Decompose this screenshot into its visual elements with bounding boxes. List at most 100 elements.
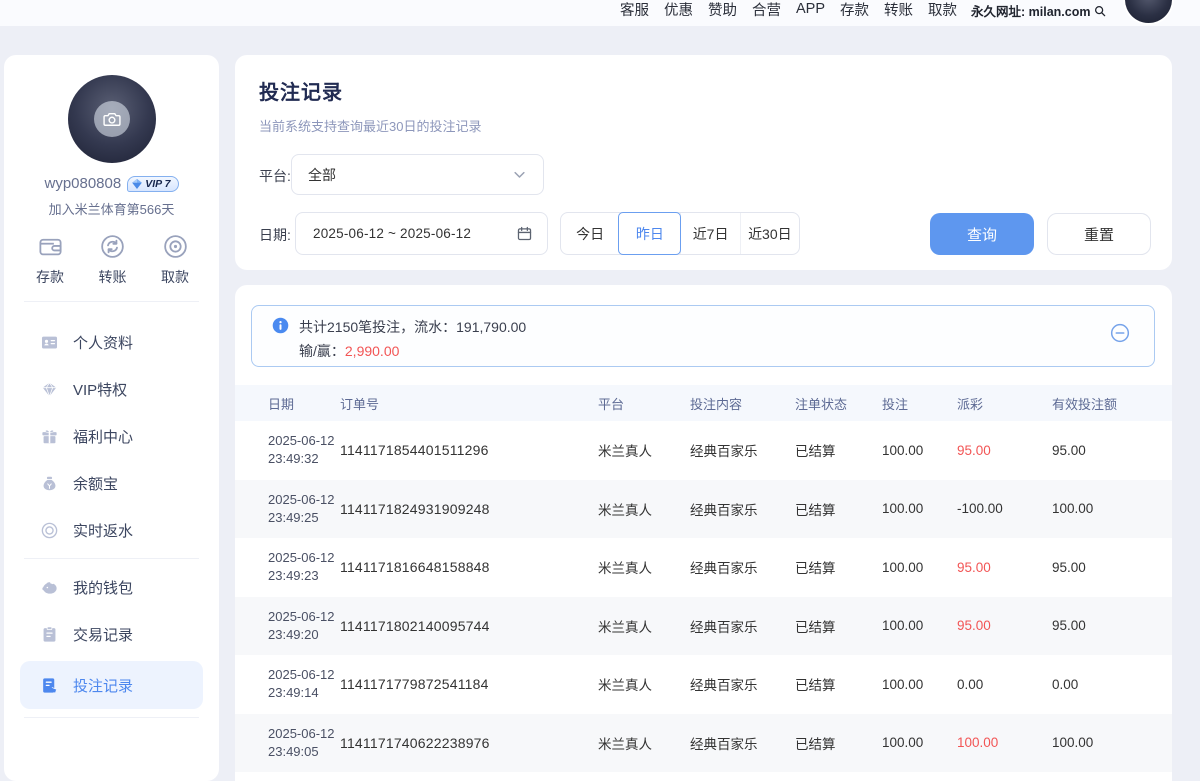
cell-status: 已结算 xyxy=(795,674,882,694)
cell-bet-amount: 100.00 xyxy=(882,735,957,750)
filter-card: 投注记录 当前系统支持查询最近30日的投注记录 平台: 全部 日期: 2025-… xyxy=(235,55,1172,270)
search-icon[interactable] xyxy=(1093,4,1107,18)
cell-payout: -100.00 xyxy=(957,501,1052,516)
sidebar-item-我的钱包[interactable]: 我的钱包 xyxy=(20,567,203,607)
cell-bet-content: 经典百家乐 xyxy=(690,616,795,636)
info-icon xyxy=(272,317,289,334)
sidebar-item-label: 交易记录 xyxy=(73,624,133,645)
profile-avatar[interactable] xyxy=(68,75,156,163)
cell-order-number: 1141171740622238976 xyxy=(340,735,598,751)
column-header: 日期 xyxy=(268,394,340,413)
cell-platform: 米兰真人 xyxy=(598,499,690,519)
sidebar-item-福利中心[interactable]: 福利中心 xyxy=(20,416,203,456)
sidebar-item-label: 余额宝 xyxy=(73,473,118,494)
cell-status: 已结算 xyxy=(795,733,882,753)
cell-date: 2025-06-1223:49:14 xyxy=(268,666,340,702)
summary-winloss-text: 输/赢：2,990.00 xyxy=(299,341,399,361)
cell-payout: 95.00 xyxy=(957,618,1052,633)
top-navbar: 客服优惠赞助合营 APP 存款转账取款 永久网址: milan.com xyxy=(0,0,1200,26)
cell-bet-content: 经典百家乐 xyxy=(690,674,795,694)
calendar-icon xyxy=(516,225,533,242)
user-avatar-small[interactable] xyxy=(1125,0,1172,23)
permanent-url[interactable]: 永久网址: milan.com xyxy=(971,1,1107,20)
vip-level-label: VIP 7 xyxy=(145,178,170,190)
sidebar-divider xyxy=(24,717,199,718)
nav-item-7[interactable]: 取款 xyxy=(928,0,957,20)
cell-valid-amount: 100.00 xyxy=(1052,735,1172,750)
cell-valid-amount: 95.00 xyxy=(1052,618,1172,633)
cell-valid-amount: 95.00 xyxy=(1052,560,1172,575)
quick-date-今日[interactable]: 今日 xyxy=(561,213,619,254)
sidebar-item-投注记录[interactable]: 投注记录 xyxy=(20,661,203,709)
quick-action-label: 存款 xyxy=(36,267,64,287)
cell-bet-content: 经典百家乐 xyxy=(690,557,795,577)
sidebar-item-VIP特权[interactable]: VIP特权 xyxy=(20,369,203,409)
table-row: 2025-06-1223:49:32 1141171854401511296 米… xyxy=(235,421,1172,480)
sidebar-divider xyxy=(24,558,199,559)
quick-action-存款[interactable]: 存款 xyxy=(36,233,64,287)
cell-payout: 95.00 xyxy=(957,560,1052,575)
sidebar: wyp080808 VIP 7 加入米兰体育第566天 存款 转账 取款 个人资… xyxy=(4,55,219,781)
nav-item-3[interactable]: 合营 xyxy=(752,0,781,20)
cell-bet-amount: 100.00 xyxy=(882,677,957,692)
nav-item-1[interactable]: 优惠 xyxy=(664,0,693,20)
table-header-row: 日期订单号平台投注内容注单状态投注派彩有效投注额 xyxy=(235,385,1172,421)
winloss-label: 输/赢： xyxy=(299,343,345,359)
sidebar-item-交易记录[interactable]: 交易记录 xyxy=(20,614,203,654)
quick-date-近30日[interactable]: 近30日 xyxy=(740,213,799,254)
cell-order-number: 1141171816648158848 xyxy=(340,559,598,575)
camera-icon[interactable] xyxy=(94,101,130,137)
column-header: 平台 xyxy=(598,394,690,413)
nav-item-2[interactable]: 赞助 xyxy=(708,0,737,20)
cell-platform: 米兰真人 xyxy=(598,733,690,753)
column-header: 有效投注额 xyxy=(1052,394,1172,413)
cell-bet-amount: 100.00 xyxy=(882,618,957,633)
cell-status: 已结算 xyxy=(795,616,882,636)
cell-bet-amount: 100.00 xyxy=(882,501,957,516)
sidebar-item-实时返水[interactable]: 实时返水 xyxy=(20,510,203,550)
vip-badge[interactable]: VIP 7 xyxy=(127,176,178,192)
cell-valid-amount: 95.00 xyxy=(1052,443,1172,458)
date-range-input[interactable]: 2025-06-12 ~ 2025-06-12 xyxy=(295,212,548,255)
cell-date: 2025-06-1223:49:25 xyxy=(268,491,340,527)
column-header: 投注内容 xyxy=(690,394,795,413)
quick-action-转账[interactable]: 转账 xyxy=(99,233,127,287)
platform-selected-value: 全部 xyxy=(308,165,512,185)
column-header: 派彩 xyxy=(957,394,1052,413)
nav-item-6[interactable]: 转账 xyxy=(884,0,913,20)
platform-select[interactable]: 全部 xyxy=(291,154,544,195)
rebate-icon xyxy=(40,521,59,540)
nav-item-5[interactable]: 存款 xyxy=(840,0,869,20)
quick-date-近7日[interactable]: 近7日 xyxy=(680,213,739,254)
cell-order-number: 1141171824931909248 xyxy=(340,501,598,517)
sidebar-item-余额宝[interactable]: 余额宝 xyxy=(20,463,203,503)
cell-platform: 米兰真人 xyxy=(598,557,690,577)
sidebar-item-label: 福利中心 xyxy=(73,426,133,447)
sidebar-item-个人资料[interactable]: 个人资料 xyxy=(20,322,203,362)
cell-bet-content: 经典百家乐 xyxy=(690,440,795,460)
username: wyp080808 xyxy=(44,175,121,192)
nav-item-4[interactable]: APP xyxy=(796,1,825,17)
reset-button[interactable]: 重置 xyxy=(1047,213,1151,255)
quick-actions: 存款 转账 取款 xyxy=(4,218,219,301)
sidebar-item-label: 个人资料 xyxy=(73,332,133,353)
search-button[interactable]: 查询 xyxy=(930,213,1034,255)
quick-date-group: 今日昨日近7日近30日 xyxy=(560,212,800,255)
table-row: 2025-06-1223:49:25 1141171824931909248 米… xyxy=(235,480,1172,539)
cell-valid-amount: 0.00 xyxy=(1052,677,1172,692)
sidebar-item-label: 实时返水 xyxy=(73,520,133,541)
nav-item-0[interactable]: 客服 xyxy=(620,0,649,20)
transfer-icon xyxy=(99,233,126,260)
gift-icon xyxy=(40,427,59,446)
quick-date-昨日[interactable]: 昨日 xyxy=(618,212,681,255)
page-subtitle: 当前系统支持查询最近30日的投注记录 xyxy=(259,116,481,135)
cell-order-number: 1141171854401511296 xyxy=(340,442,598,458)
sidebar-item-label: VIP特权 xyxy=(73,379,127,400)
cell-date: 2025-06-1223:49:32 xyxy=(268,432,340,468)
collapse-minus-icon[interactable] xyxy=(1110,323,1130,343)
quick-action-label: 取款 xyxy=(161,267,189,287)
cell-bet-content: 经典百家乐 xyxy=(690,733,795,753)
menu-group-2: 我的钱包 交易记录 投注记录 xyxy=(4,567,219,709)
quick-action-取款[interactable]: 取款 xyxy=(161,233,189,287)
cell-date: 2025-06-1223:49:05 xyxy=(268,725,340,761)
